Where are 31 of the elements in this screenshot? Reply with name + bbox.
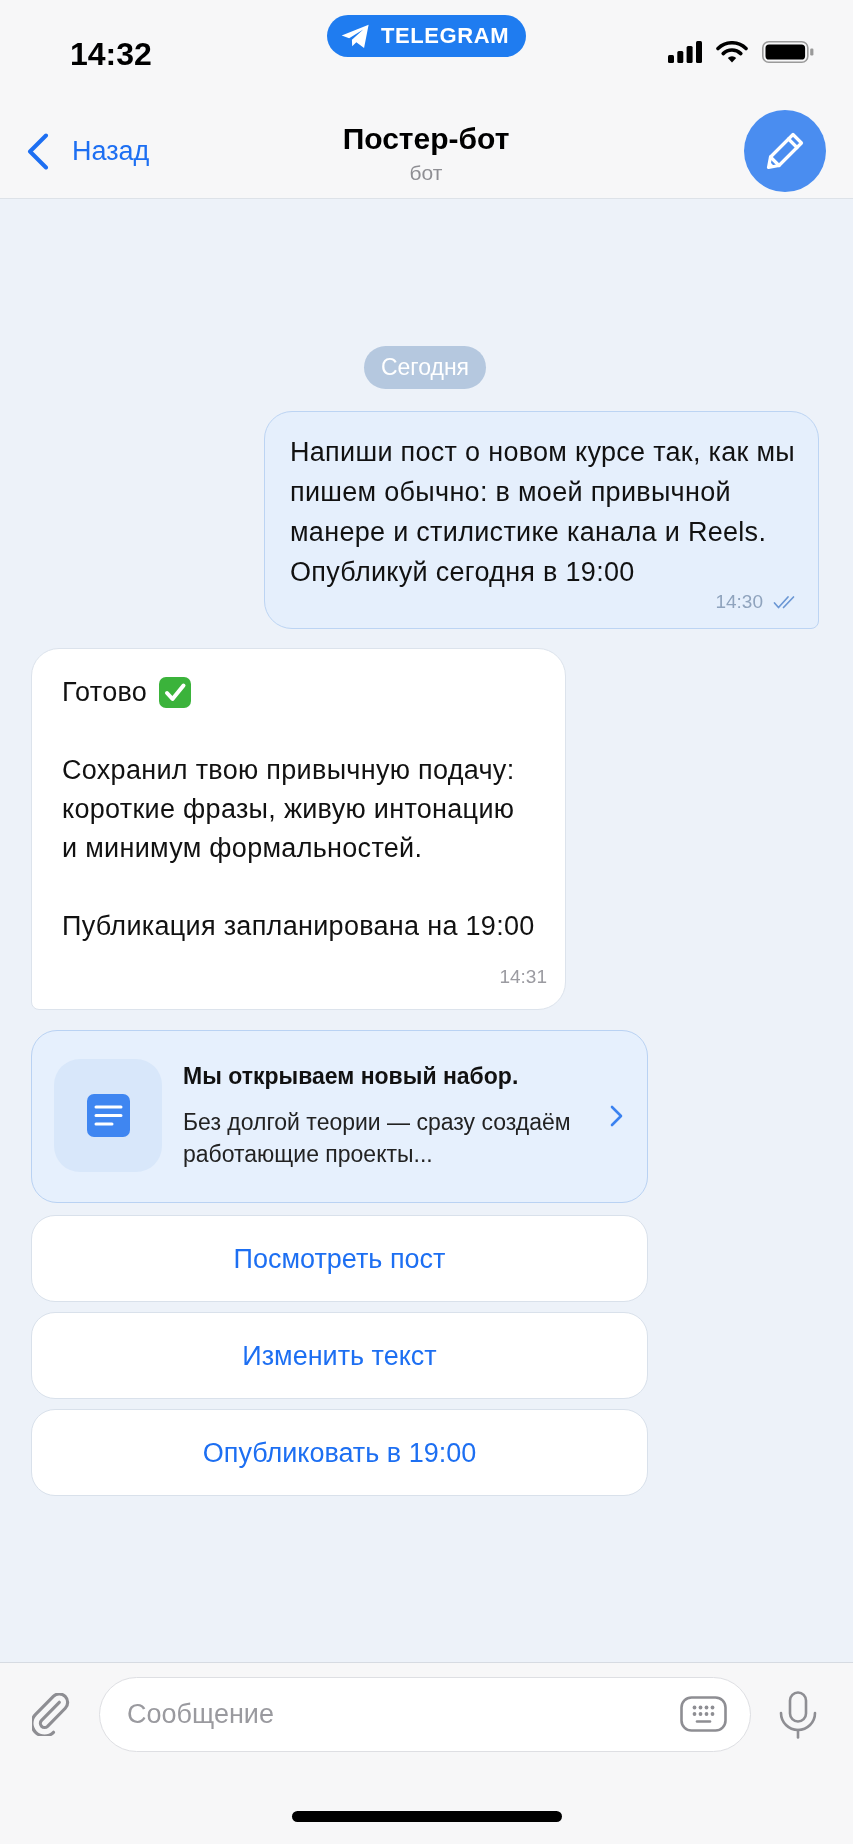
date-badge: Сегодня	[363, 346, 487, 389]
message-input-field[interactable]: Сообщение	[99, 1677, 751, 1752]
signal-icon	[668, 41, 702, 63]
chat-subtitle: бот	[409, 160, 443, 185]
back-button[interactable]: Назад	[26, 132, 150, 170]
document-icon	[54, 1059, 162, 1172]
check-mark-icon	[159, 677, 192, 708]
message-time: 14:31	[499, 965, 547, 989]
keyboard-icon[interactable]	[680, 1696, 727, 1732]
chevron-left-icon	[26, 132, 49, 170]
post-excerpt: Без долгой теории — сразу создаём работающие проекты...	[183, 1108, 572, 1169]
pencil-icon	[764, 130, 806, 172]
microphone-icon[interactable]	[779, 1690, 817, 1739]
chat-title: Постер-бот	[342, 121, 510, 156]
message-text: Напиши пост о новом курсе так, как мы пишем обычно: в моей привычной манере и стилистике канала и Reels. Опубликуй сегодня в 19:00	[290, 436, 797, 589]
post-title: Мы открываем новый набор.	[183, 1062, 520, 1091]
message-text: Готово	[62, 676, 148, 709]
paperclip-icon[interactable]	[32, 1693, 71, 1736]
message-text: Сохранил твою привычную подачу: короткие фразы, живую интонацию и минимум формальностей.	[62, 754, 516, 865]
message-text: Публикация запланирована на 19:00	[62, 910, 536, 943]
battery-icon	[762, 41, 814, 63]
chevron-right-icon	[610, 1104, 623, 1127]
post-preview-card[interactable]: Мы открываем новый набор. Без долгой теории — сразу создаём работающие проекты...	[31, 1030, 648, 1203]
inline-button[interactable]: Посмотреть пост	[31, 1215, 648, 1302]
wifi-icon	[716, 41, 748, 63]
inline-button[interactable]: Опубликовать в 19:00	[31, 1409, 648, 1496]
app-pill[interactable]: TELEGRAM	[326, 15, 527, 57]
inline-button[interactable]: Изменить текст	[31, 1312, 648, 1399]
message-time: 14:30	[715, 590, 763, 614]
paper-plane-icon	[340, 23, 370, 49]
status-time: 14:32	[70, 40, 152, 68]
